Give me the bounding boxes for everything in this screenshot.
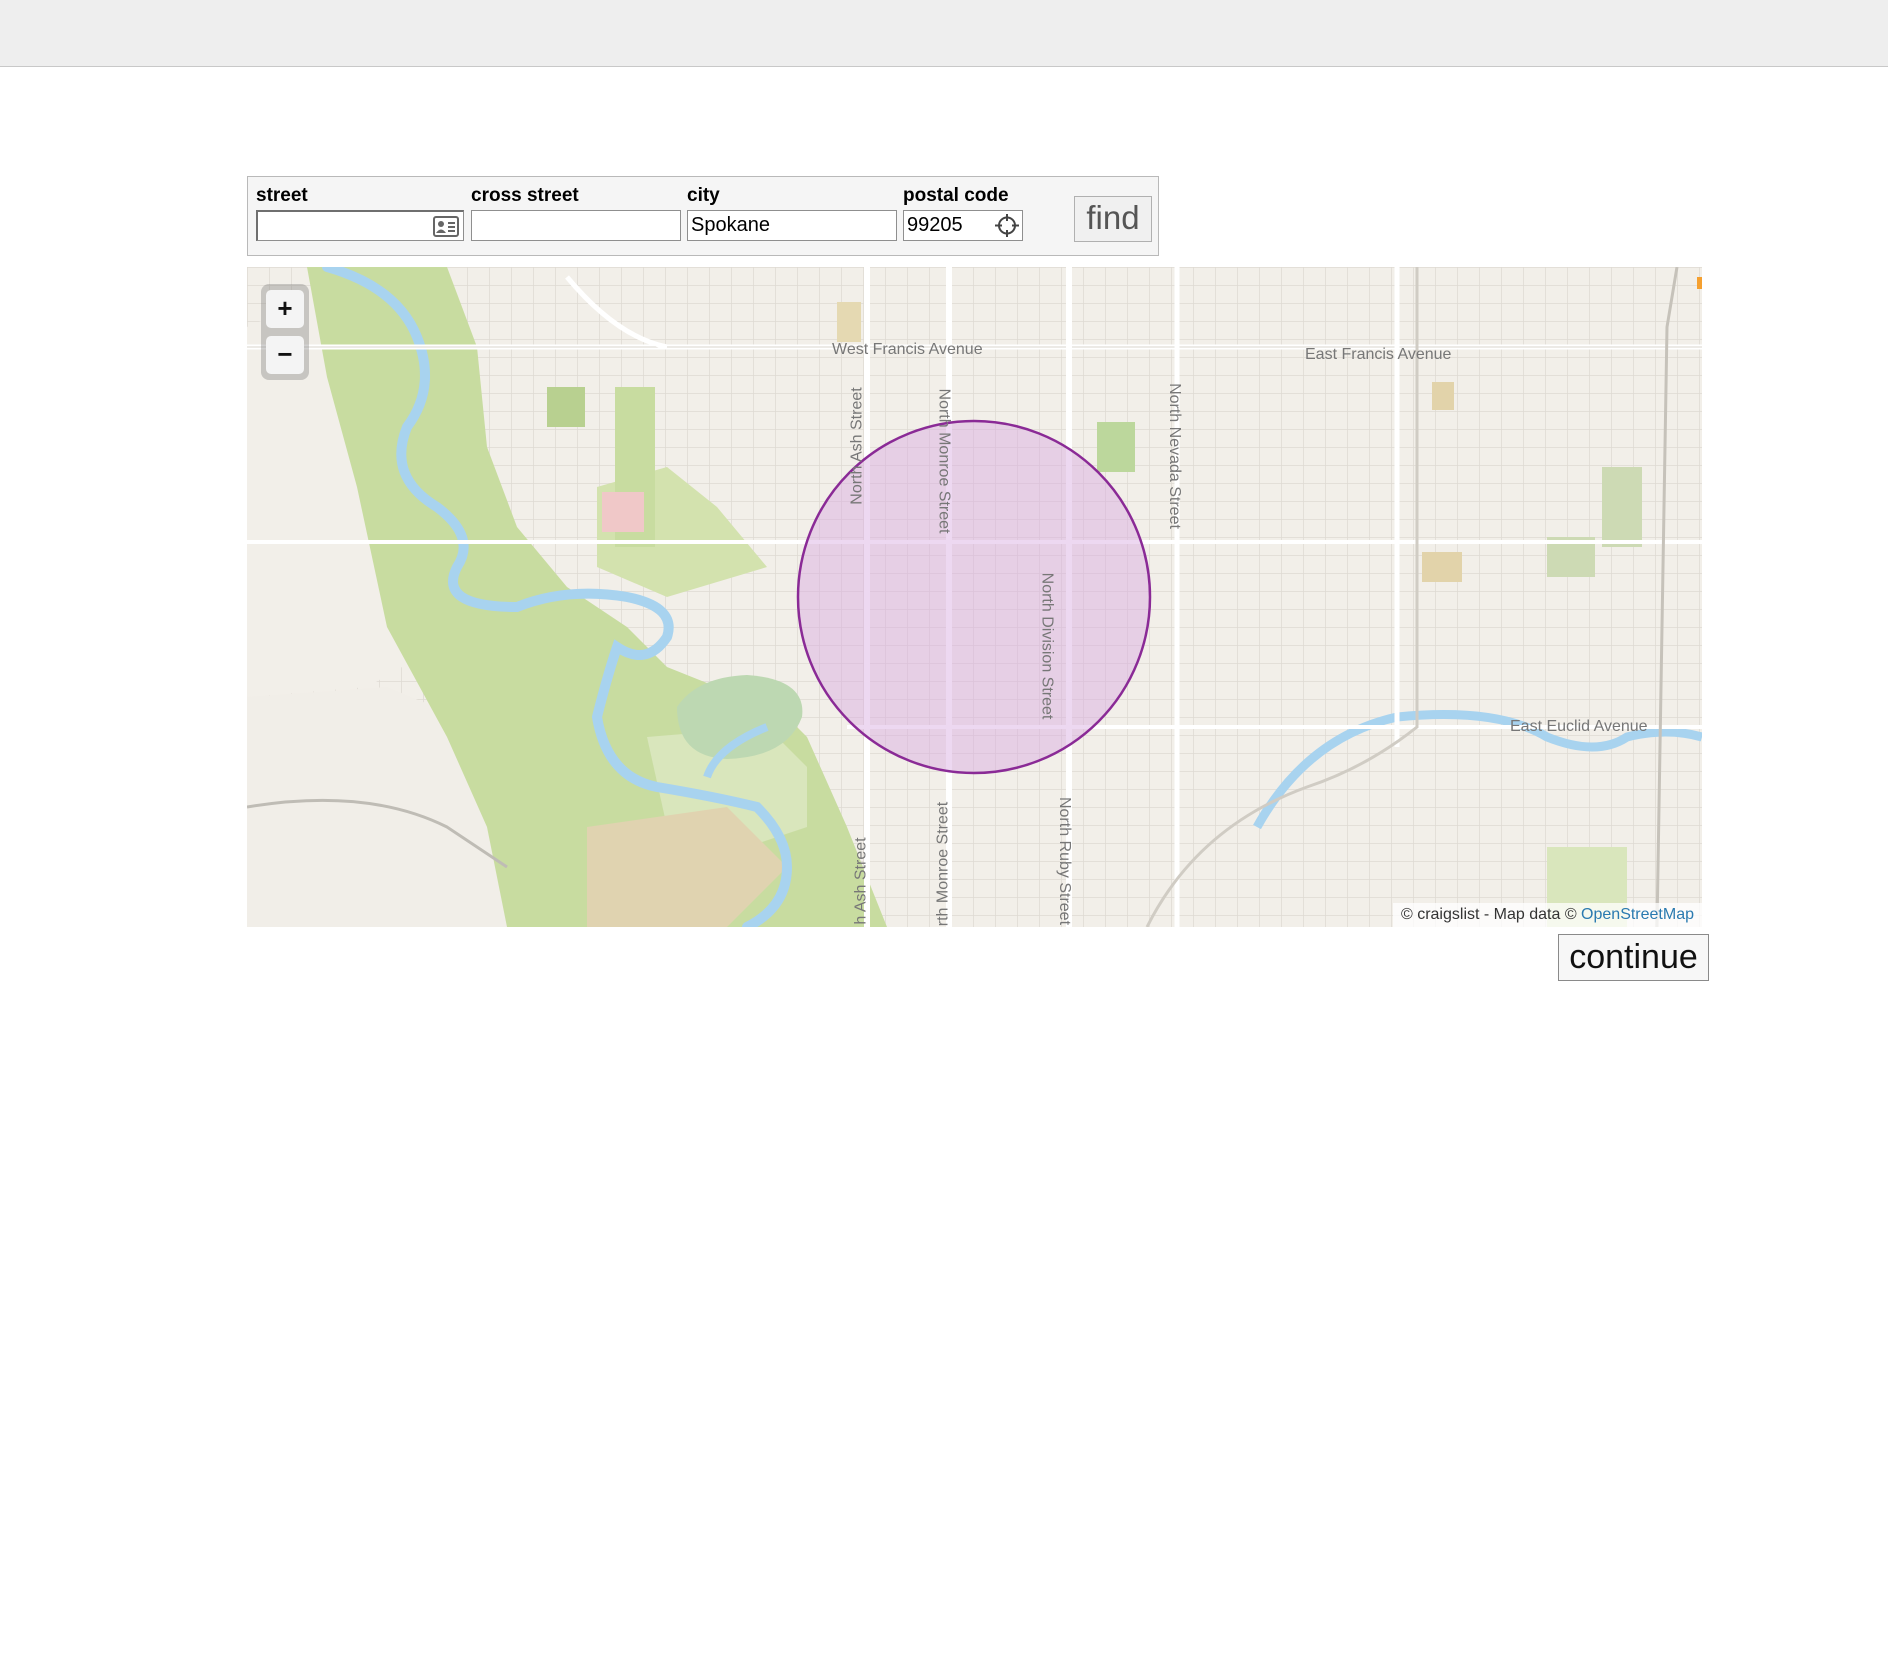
street-label-east-francis: East Francis Avenue <box>1305 346 1452 363</box>
zoom-in-button[interactable]: + <box>266 290 304 328</box>
attribution-text: © craigslist - Map data © <box>1400 906 1582 923</box>
street-label-west-francis: West Francis Avenue <box>832 341 983 358</box>
openstreetmap-link[interactable]: OpenStreetMap <box>1581 906 1694 923</box>
browser-top-bar <box>0 0 1888 67</box>
crosshair-icon[interactable] <box>994 214 1020 237</box>
find-button[interactable]: find <box>1074 196 1152 242</box>
street-label-north-ash-top: North Ash Street <box>848 387 866 505</box>
map-tiles <box>247 267 1702 927</box>
cross-street-input-wrap <box>471 210 681 241</box>
address-form: street cross street city postal code <box>247 176 1159 256</box>
contact-card-icon[interactable] <box>433 215 459 238</box>
city-input-wrap <box>687 210 897 241</box>
postal-code-input-wrap <box>903 210 1023 241</box>
zoom-out-button[interactable]: − <box>266 336 304 374</box>
map-attribution: © craigslist - Map data © OpenStreetMap <box>1392 903 1702 927</box>
street-label-north-ash-bottom: h Ash Street <box>852 837 870 925</box>
street-label-north-ruby: North Ruby Street <box>1056 796 1074 926</box>
street-input-wrap <box>256 210 464 241</box>
street-label-east-euclid: East Euclid Avenue <box>1510 718 1648 735</box>
street-label-north-monroe-bottom: rth Monroe Street <box>934 801 952 927</box>
postal-code-input[interactable] <box>904 211 992 240</box>
street-field: street <box>256 185 464 241</box>
city-label: city <box>687 185 720 206</box>
postal-code-field: postal code <box>903 185 1023 241</box>
street-label-north-nevada: North Nevada Street <box>1165 383 1183 529</box>
continue-button[interactable]: continue <box>1558 934 1709 981</box>
street-label-north-division: North Division Street <box>1038 572 1056 720</box>
cross-street-label: cross street <box>471 185 579 206</box>
street-label: street <box>256 185 308 206</box>
city-input[interactable] <box>688 211 896 240</box>
zoom-control: + − <box>261 284 309 380</box>
street-input[interactable] <box>258 212 428 240</box>
city-field: city <box>687 185 897 241</box>
postal-code-label: postal code <box>903 185 1009 206</box>
street-label-north-monroe-top: North Monroe Street <box>935 388 953 534</box>
map-view[interactable]: West Francis Avenue East Francis Avenue … <box>247 267 1702 927</box>
cross-street-input[interactable] <box>472 211 680 240</box>
cross-street-field: cross street <box>471 185 681 241</box>
